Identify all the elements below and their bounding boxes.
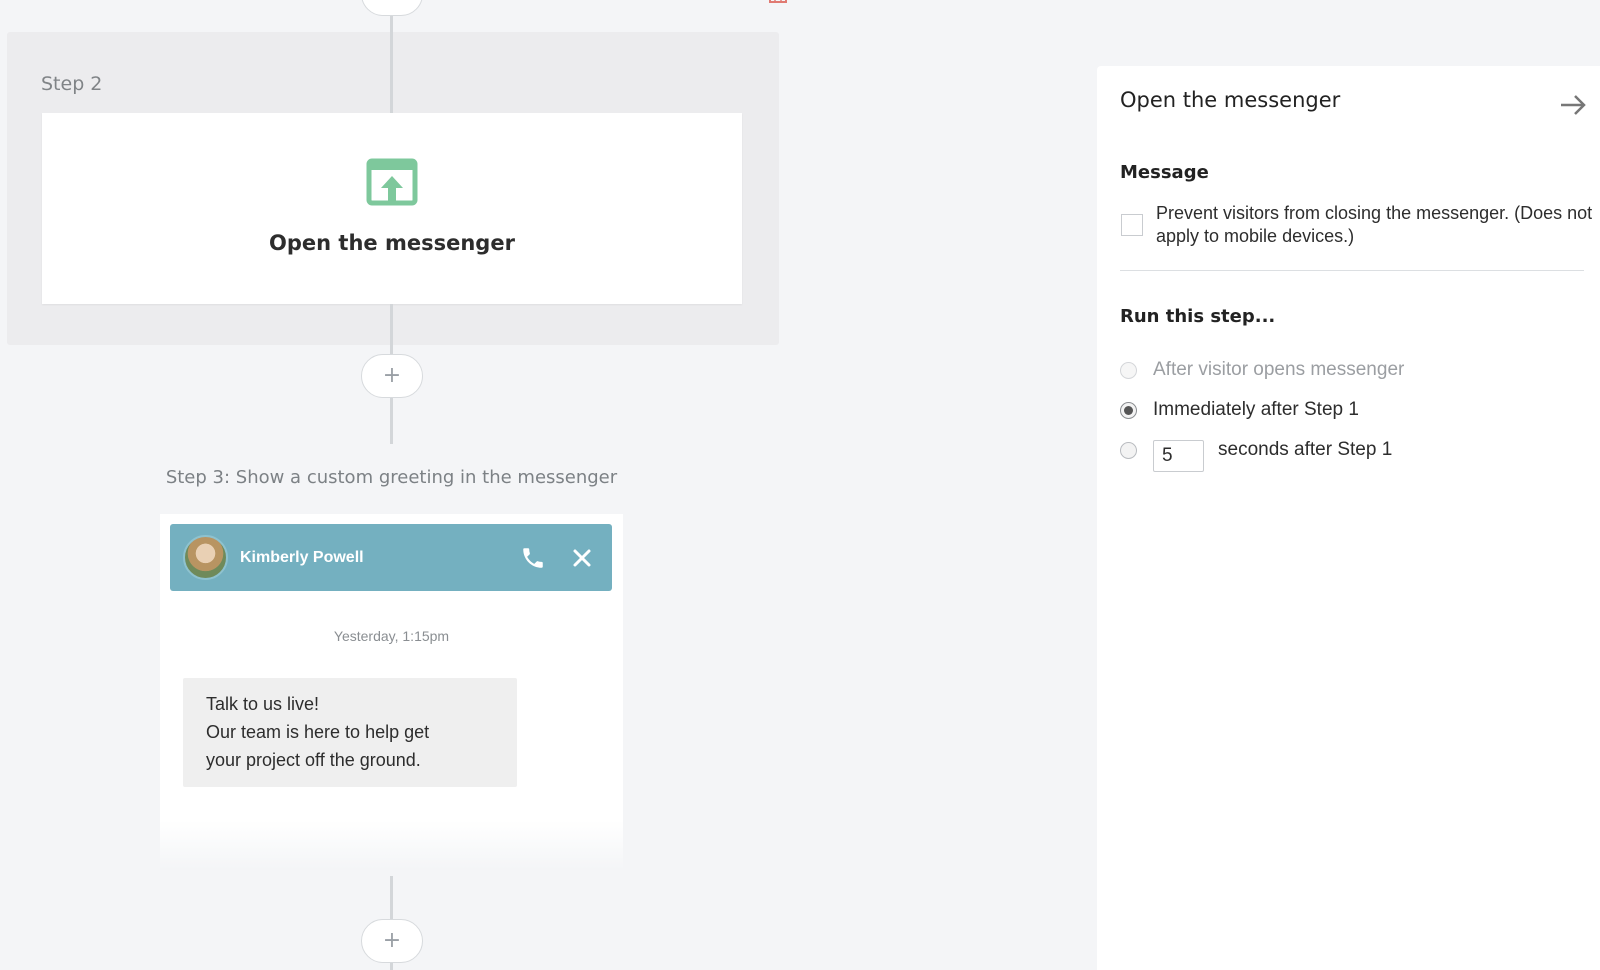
- radio-label-immediately: Immediately after Step 1: [1153, 399, 1359, 420]
- greeting-message-bubble: Talk to us live! Our team is here to hel…: [183, 678, 517, 787]
- run-step-heading: Run this step...: [1120, 306, 1276, 327]
- open-messenger-icon: [366, 158, 418, 206]
- add-step-button[interactable]: +: [361, 0, 423, 16]
- radio-seconds-after[interactable]: [1120, 442, 1137, 459]
- divider: [1120, 270, 1584, 271]
- radio-after-visitor-opens[interactable]: [1120, 362, 1137, 379]
- message-timestamp: Yesterday, 1:15pm: [333, 628, 450, 644]
- agent-name: Kimberly Powell: [240, 548, 364, 566]
- open-messenger-step-card[interactable]: Open the messenger: [42, 113, 742, 304]
- delete-step-icon[interactable]: [767, 0, 789, 8]
- flow-connector: [390, 32, 393, 113]
- step-settings-panel: Open the messenger Message Prevent visit…: [1097, 66, 1600, 970]
- add-step-button[interactable]: +: [361, 354, 423, 398]
- prevent-closing-label: Prevent visitors from closing the messen…: [1156, 203, 1593, 246]
- step-3-label: Step 3: Show a custom greeting in the me…: [165, 467, 618, 488]
- add-step-button[interactable]: +: [361, 919, 423, 963]
- panel-title: Open the messenger: [1120, 88, 1341, 112]
- arrow-right-icon[interactable]: [1559, 94, 1587, 116]
- message-section-heading: Message: [1120, 162, 1209, 183]
- step-2-label: Step 2: [41, 73, 103, 95]
- phone-icon[interactable]: [520, 545, 546, 571]
- radio-immediately[interactable]: [1120, 402, 1137, 419]
- messenger-header: Kimberly Powell: [170, 524, 612, 591]
- custom-greeting-preview[interactable]: Kimberly Powell Yesterday, 1:15pm Talk t…: [160, 514, 623, 870]
- radio-label-seconds-after: seconds after Step 1: [1218, 439, 1393, 460]
- prevent-closing-checkbox[interactable]: [1121, 214, 1143, 236]
- radio-label-after-visitor-opens: After visitor opens messenger: [1153, 359, 1405, 380]
- step-2-card-title: Open the messenger: [269, 231, 515, 255]
- seconds-delay-input[interactable]: [1153, 440, 1204, 472]
- close-icon[interactable]: [572, 548, 592, 568]
- avatar: [183, 535, 228, 580]
